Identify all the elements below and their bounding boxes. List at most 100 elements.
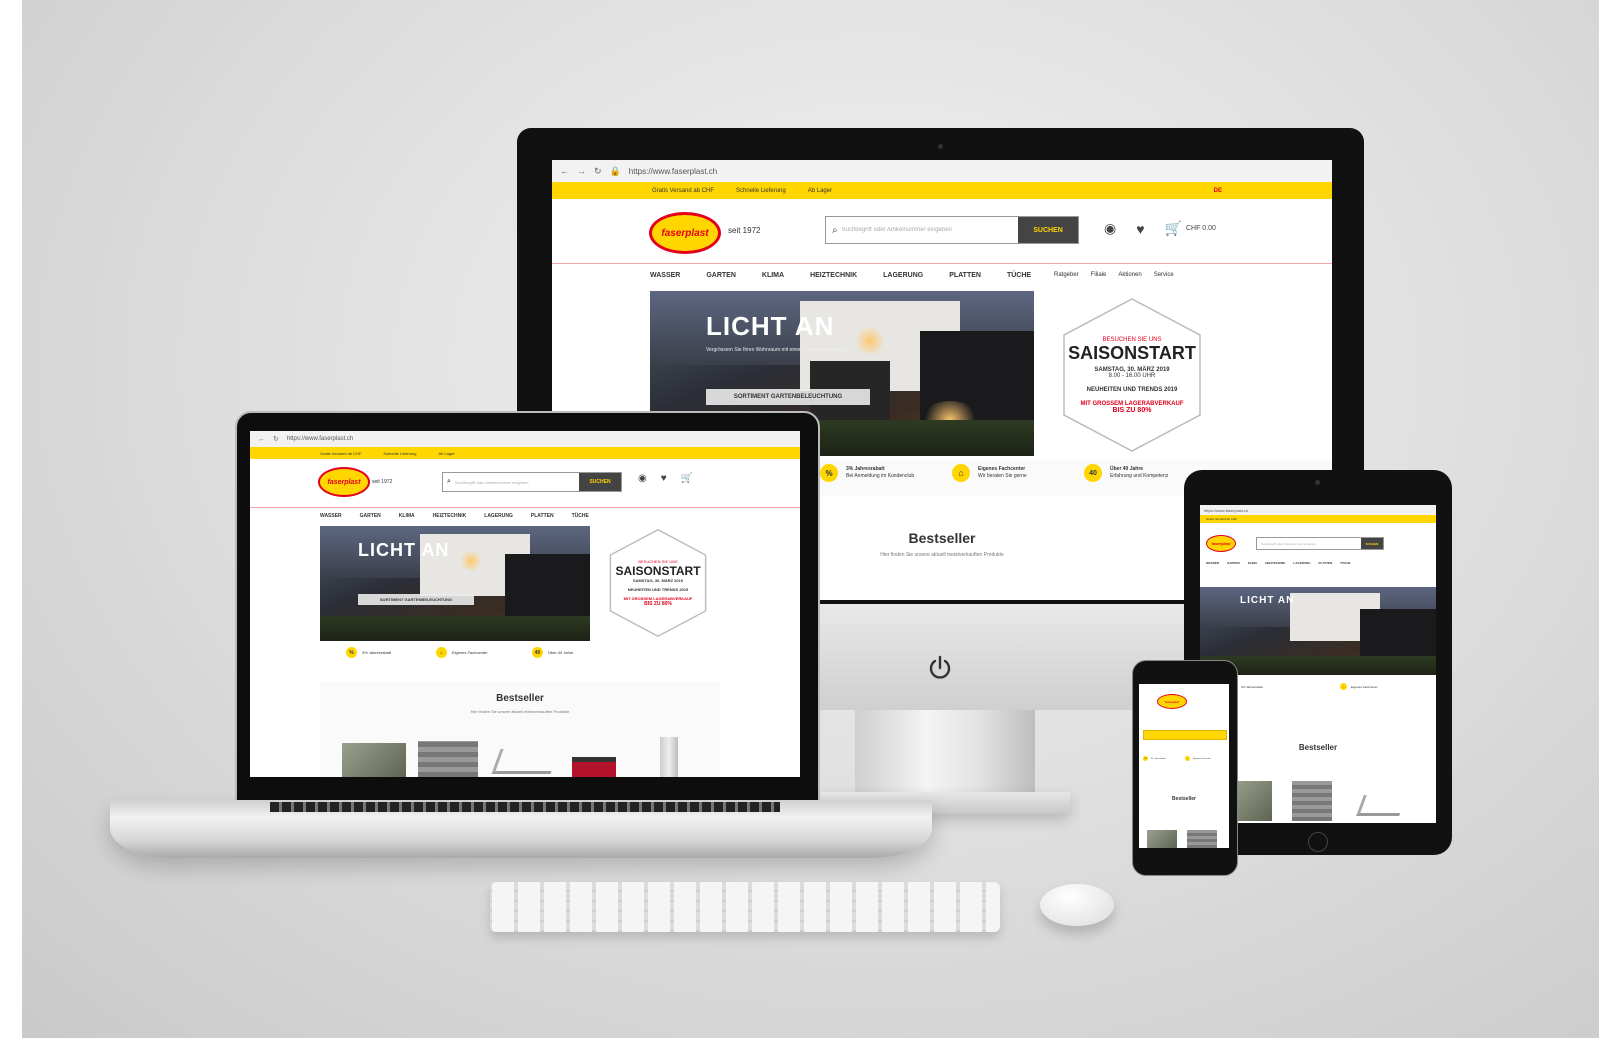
address-bar[interactable]: https://www.faserplast.ch <box>287 436 353 442</box>
bestseller-title: Bestseller <box>496 693 544 704</box>
faserplast-logo[interactable]: faserplast <box>649 212 721 254</box>
power-icon <box>926 654 954 682</box>
top-info-bar: Gratis Versand ab CHF Schnelle Lieferung… <box>552 182 1332 199</box>
forward-icon[interactable]: → <box>577 166 586 176</box>
search-box[interactable]: ⌕ Suchbegriff oder Artikelnummer eingebe… <box>442 472 622 492</box>
hero-title: LICHT AN <box>706 311 835 341</box>
search-box[interactable] <box>1143 730 1227 740</box>
account-icon[interactable]: ◉ <box>638 473 647 484</box>
bestseller-subtitle: Hier finden Sie unsere aktuell meistverk… <box>470 709 570 714</box>
address-bar[interactable]: https://www.faserplast.ch <box>629 167 717 176</box>
usp-item: % 3% Jahresrabatt <box>1143 756 1166 761</box>
product-image[interactable] <box>1356 795 1407 816</box>
nav-item-klima[interactable]: KLIMA <box>762 272 784 279</box>
hero-title: LICHT AN <box>1240 595 1295 606</box>
faserplast-logo[interactable]: faserplast <box>318 467 370 497</box>
reload-icon[interactable]: ↻ <box>594 166 602 177</box>
service-link-service[interactable]: Service <box>1154 272 1174 278</box>
hero-cta-button[interactable]: SORTIMENT GARTENBELEUCHTUNG <box>358 594 474 605</box>
wishlist-icon[interactable]: ♥ <box>661 473 667 484</box>
cart-icon[interactable]: 🛒 <box>681 473 693 484</box>
nav-item-klima[interactable]: KLIMA <box>1248 561 1258 565</box>
nav-item-t-che[interactable]: TÜCHE <box>572 513 589 519</box>
lock-icon: 🔒 <box>609 165 621 176</box>
wishlist-icon[interactable]: ♥ <box>1136 221 1144 237</box>
nav-item-lagerung[interactable]: LAGERUNG <box>1293 561 1310 565</box>
phone-screen: faserplast % 3% Jahresrabatt ⌂ Eigenes F… <box>1139 684 1229 848</box>
faserplast-logo[interactable]: faserplast <box>1157 694 1187 709</box>
nav-item-wasser[interactable]: WASSER <box>320 513 342 519</box>
nav-item-wasser[interactable]: WASSER <box>1206 561 1219 565</box>
product-image[interactable] <box>491 749 560 774</box>
product-image[interactable] <box>660 737 678 777</box>
search-button[interactable]: SUCHEN <box>1361 538 1383 549</box>
search-button[interactable]: SUCHEN <box>1018 217 1078 243</box>
nav-item-t-che[interactable]: TÜCHE <box>1340 561 1350 565</box>
top-info-bar: Gratis Versand ab CHF Schnelle Lieferung… <box>250 447 800 459</box>
percent-icon: % <box>820 464 838 482</box>
hero-cta-button[interactable]: SORTIMENT GARTENBELEUCHTUNG <box>706 389 870 405</box>
promo-title: SAISONSTART <box>1068 342 1196 363</box>
search-box[interactable]: ⌕ Suchbegriff oder Artikelnummer eingebe… <box>825 216 1079 244</box>
nav-item-t-che[interactable]: TÜCHE <box>1007 272 1031 279</box>
nav-item-heiztechnik[interactable]: HEIZTECHNIK <box>810 272 857 279</box>
back-icon[interactable]: ← <box>560 166 569 176</box>
hero-banner[interactable]: LICHT AN <box>1200 587 1436 675</box>
product-image[interactable] <box>342 743 406 777</box>
promo-badge[interactable]: BESUCHEN SIE UNS SAISONSTART SAMSTAG, 30… <box>1052 295 1212 455</box>
account-icon[interactable]: ◉ <box>1104 220 1116 237</box>
hero-banner[interactable]: LICHT AN SORTIMENT GARTENBELEUCHTUNG <box>320 526 590 641</box>
language-switch[interactable]: DE <box>1214 188 1222 194</box>
bestseller-subtitle: Hier finden Sie unsere aktuell meistverk… <box>880 552 1004 558</box>
product-image[interactable] <box>1232 781 1272 821</box>
faserplast-logo[interactable]: faserplast <box>1206 535 1236 552</box>
product-image[interactable] <box>1187 830 1217 848</box>
search-input[interactable]: Suchbegriff oder Artikelnummer eingeben <box>451 480 579 485</box>
browser-bar: ← ↻ https://www.faserplast.ch <box>250 431 800 448</box>
nav-item-heiztechnik[interactable]: HEIZTECHNIK <box>1265 561 1285 565</box>
tablet-home-button <box>1308 832 1328 852</box>
usp-item: 40 Über 40 Jahre Erfahrung und Kompetenz <box>1084 464 1168 482</box>
promo-time: 8.00 - 16.00 UHR <box>1108 372 1156 379</box>
cart-total[interactable]: CHF 0.00 <box>1186 225 1216 232</box>
search-box[interactable]: Suchbegriff oder Artikelnummer eingeben … <box>1256 537 1384 550</box>
nav-item-platten[interactable]: PLATTEN <box>949 272 981 279</box>
reload-icon[interactable]: ↻ <box>273 435 279 443</box>
nav-item-garten[interactable]: GARTEN <box>1227 561 1240 565</box>
nav-item-klima[interactable]: KLIMA <box>399 513 415 519</box>
nav-item-wasser[interactable]: WASSER <box>650 272 680 279</box>
since-label: seit 1972 <box>728 226 761 235</box>
product-image[interactable] <box>572 757 616 777</box>
house-icon: ⌂ <box>952 464 970 482</box>
browser-bar: ← → ↻ 🔒 https://www.faserplast.ch <box>552 160 1332 183</box>
back-icon[interactable]: ← <box>258 436 265 443</box>
service-link-ratgeber[interactable]: Ratgeber <box>1054 272 1079 278</box>
since-label: seit 1972 <box>372 479 393 485</box>
search-button[interactable]: SUCHEN <box>579 473 621 491</box>
nav-item-garten[interactable]: GARTEN <box>360 513 381 519</box>
product-image[interactable] <box>1292 781 1332 821</box>
mouse <box>1040 884 1114 926</box>
promo-badge[interactable]: BESUCHEN SIE UNS SAISONSTART SAMSTAG, 30… <box>602 527 714 639</box>
nav-item-lagerung[interactable]: LAGERUNG <box>484 513 513 519</box>
main-navigation: WASSER GARTEN KLIMA HEIZTECHNIK LAGERUNG PLAT… <box>650 272 1031 279</box>
nav-item-platten[interactable]: PLATTEN <box>1319 561 1333 565</box>
service-link-filiale[interactable]: Filiale <box>1091 272 1107 278</box>
search-input[interactable]: Suchbegriff oder Artikelnummer eingeben <box>838 227 1018 233</box>
product-image[interactable] <box>1147 830 1177 848</box>
cart-icon[interactable]: 🛒 <box>1165 220 1182 237</box>
years-icon: 40 <box>1084 464 1102 482</box>
bestseller-title: Bestseller <box>908 530 976 546</box>
nav-item-heiztechnik[interactable]: HEIZTECHNIK <box>433 513 467 519</box>
top-info-bar: Gratis Versand ab CHF <box>1200 515 1436 523</box>
nav-item-platten[interactable]: PLATTEN <box>531 513 554 519</box>
product-image[interactable] <box>418 741 478 777</box>
service-links: Ratgeber Filiale Aktionen Service <box>1054 272 1174 278</box>
bestseller-title: Bestseller <box>1298 743 1338 752</box>
nav-item-garten[interactable]: GARTEN <box>706 272 736 279</box>
search-icon: ⌕ <box>832 224 838 236</box>
laptop-keys <box>270 802 780 812</box>
service-link-aktionen[interactable]: Aktionen <box>1118 272 1141 278</box>
usp-item: % 3% Jahresrabatt Bei Anmeldung im Kunden… <box>820 464 914 482</box>
nav-item-lagerung[interactable]: LAGERUNG <box>883 272 923 279</box>
